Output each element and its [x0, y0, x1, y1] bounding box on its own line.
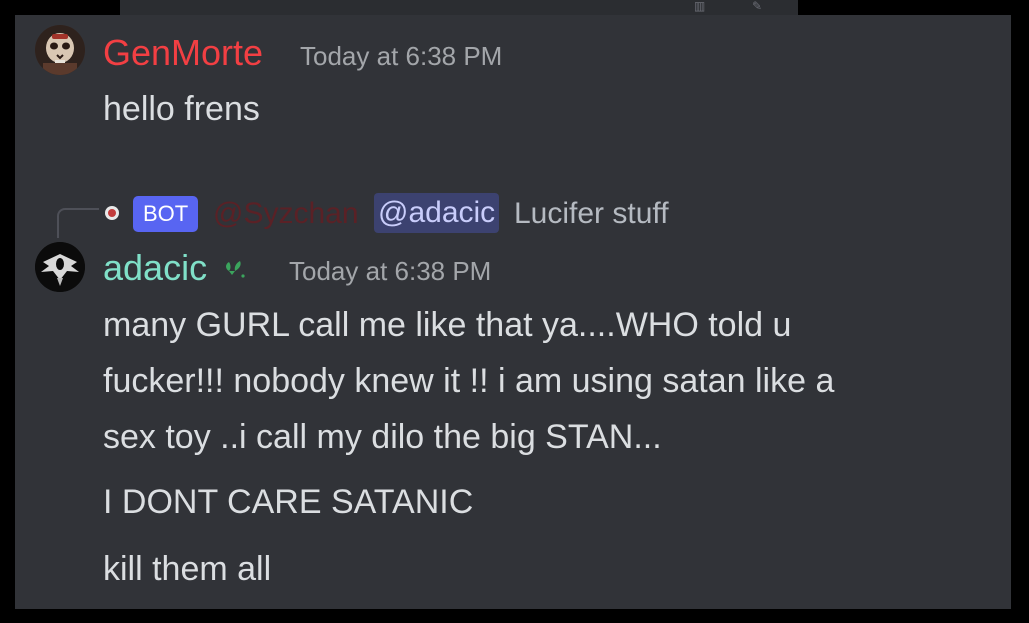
- message-author[interactable]: GenMorte: [103, 33, 263, 73]
- avatar[interactable]: [35, 25, 85, 75]
- message-text: I DONT CARE SATANIC: [103, 483, 474, 521]
- previous-message-strip: ▥ ✎: [120, 0, 798, 15]
- message-text: fucker!!! nobody knew it !! i am using s…: [103, 362, 835, 400]
- message-timestamp: Today at 6:38 PM: [289, 256, 492, 286]
- mention[interactable]: @adacic: [374, 193, 500, 233]
- edit-icon[interactable]: ✎: [752, 0, 762, 12]
- bot-avatar-icon: [105, 206, 119, 220]
- chat-messages: GenMorte Today at 6:38 PM hello frens BO…: [15, 15, 1011, 609]
- message-text: sex toy ..i call my dilo the big STAN...: [103, 418, 662, 456]
- message-text: hello frens: [103, 90, 260, 128]
- message-author[interactable]: adacic: [103, 248, 207, 288]
- message-text: kill them all: [103, 550, 272, 588]
- reply-author[interactable]: @Syzchan: [213, 196, 359, 232]
- reply-connector-line: [57, 208, 99, 238]
- message-text: many GURL call me like that ya....WHO to…: [103, 306, 792, 344]
- reply-preview-text[interactable]: Lucifer stuff: [514, 196, 669, 232]
- avatar[interactable]: [35, 242, 85, 292]
- avatar-skull-icon: [35, 25, 85, 75]
- leaf-role-icon: [226, 261, 245, 278]
- avatar-winged-creature-icon: [35, 242, 85, 292]
- message-timestamp: Today at 6:38 PM: [300, 41, 503, 71]
- bot-badge: BOT: [133, 196, 199, 232]
- toolbar-icon[interactable]: ▥: [694, 0, 705, 12]
